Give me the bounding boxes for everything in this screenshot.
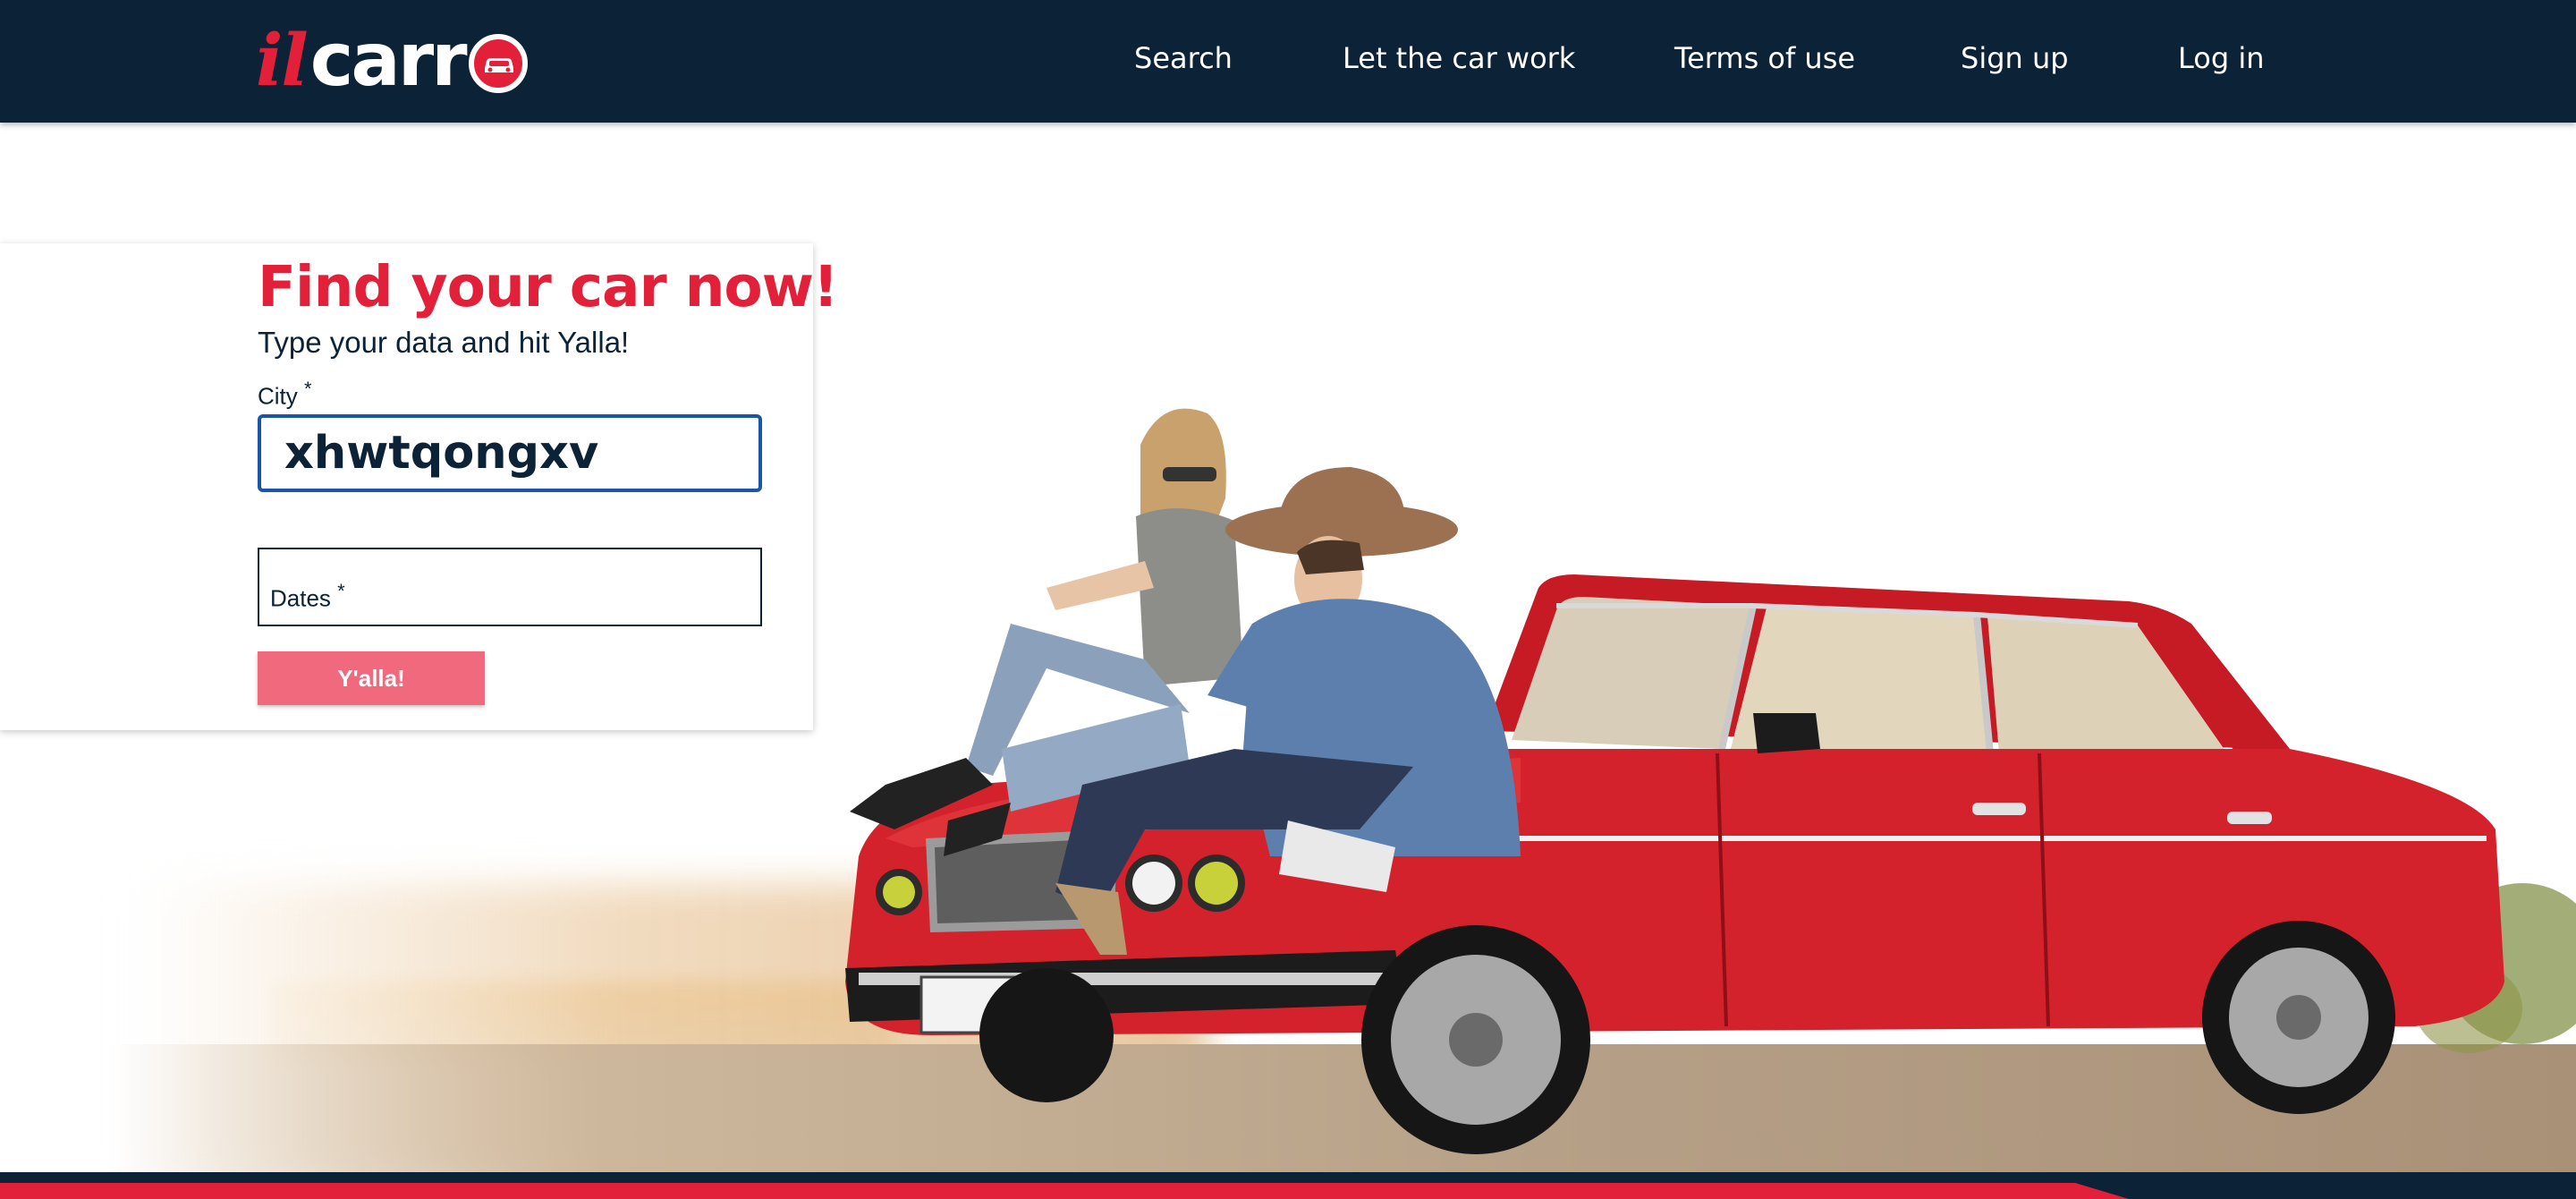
footer-red-band [0, 1183, 2129, 1199]
page-subtitle: Type your data and hit Yalla! [258, 326, 630, 359]
yalla-submit-button[interactable]: Y'alla! [258, 651, 485, 705]
search-card: Find your car now! Type your data and hi… [0, 243, 839, 730]
top-navbar: il carr Search Let the car work Terms of… [0, 0, 2576, 123]
logo-text-il: il [256, 18, 309, 102]
dates-label: Dates * [270, 580, 345, 613]
footer-strip [0, 1172, 2576, 1199]
ilcarro-logo[interactable]: il carr [256, 17, 528, 103]
nav-let-the-car-work[interactable]: Let the car work [1343, 41, 1575, 75]
nav-terms-of-use[interactable]: Terms of use [1674, 41, 1855, 75]
dates-label-text: Dates [270, 584, 331, 612]
dates-input[interactable]: Dates * [258, 548, 762, 626]
city-label-text: City [258, 382, 298, 410]
nav-search[interactable]: Search [1134, 41, 1233, 75]
nav-sign-up[interactable]: Sign up [1961, 41, 2069, 75]
city-label: City * [258, 378, 312, 411]
car-badge-icon [468, 34, 528, 93]
nav-log-in[interactable]: Log in [2178, 41, 2265, 75]
page-title: Find your car now! [258, 254, 839, 319]
dates-required-marker: * [337, 580, 345, 602]
logo-text-carr: carr [309, 17, 468, 103]
city-input[interactable] [258, 414, 762, 492]
city-required-marker: * [304, 378, 312, 400]
